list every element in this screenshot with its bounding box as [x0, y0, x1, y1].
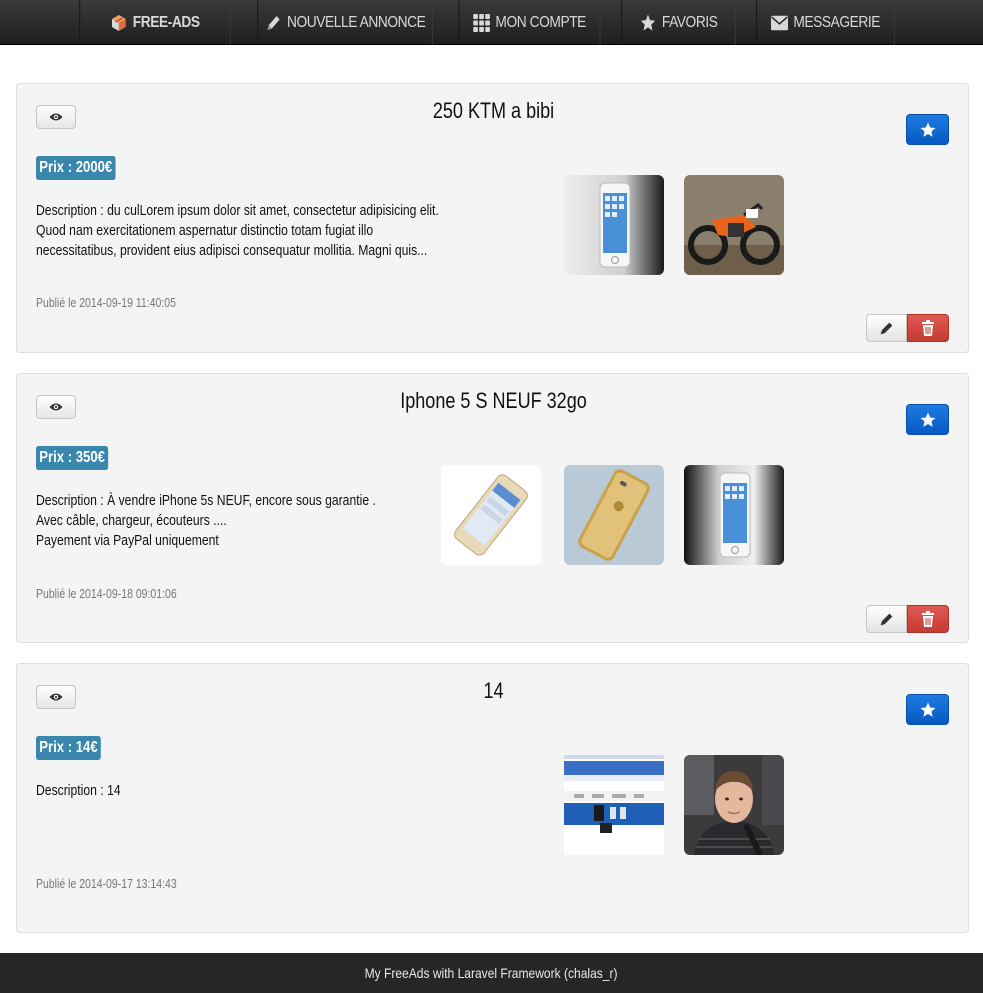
- page-footer: My FreeAds with Laravel Framework (chala…: [0, 953, 983, 993]
- star-icon: [920, 412, 935, 427]
- star-icon: [640, 13, 657, 33]
- iphone-back-photo[interactable]: [564, 465, 664, 565]
- delete-button[interactable]: [907, 314, 949, 342]
- favorite-button[interactable]: [906, 404, 949, 435]
- envelope-icon: [770, 13, 789, 33]
- nav-mon-compte[interactable]: MON COMPTE: [458, 0, 601, 45]
- iphone-gold-photo[interactable]: [441, 465, 541, 565]
- website-screenshot-photo[interactable]: [564, 755, 664, 855]
- description-line: Description : À vendre iPhone 5s NEUF, e…: [36, 493, 376, 509]
- ad-date: Publié le 2014-09-17 13:14:43: [36, 877, 177, 891]
- cube-icon: [110, 13, 127, 33]
- price-badge: Prix : 350€: [36, 446, 109, 470]
- star-icon: [920, 702, 935, 717]
- edit-button[interactable]: [866, 314, 907, 342]
- nav-nouvelle-annonce[interactable]: NOUVELLE ANNONCE: [257, 0, 433, 45]
- edit-button[interactable]: [866, 605, 907, 633]
- ad-card: 14 Prix : 14€ Description : 14 Publié le…: [16, 663, 969, 933]
- ad-title: 14: [483, 678, 504, 703]
- view-ad-button[interactable]: [36, 105, 76, 129]
- view-ad-button[interactable]: [36, 395, 76, 419]
- ad-date: Publié le 2014-09-19 11:40:05: [36, 296, 176, 310]
- portrait-photo[interactable]: [684, 755, 784, 855]
- pencil-icon: [880, 322, 893, 334]
- description-line: Avec câble, chargeur, écouteurs ....: [36, 513, 227, 529]
- nav-messagerie[interactable]: MESSAGERIE: [756, 0, 895, 45]
- nav-label: MESSAGERIE: [793, 13, 881, 31]
- nav-brand-free-ads[interactable]: FREE-ADS: [79, 0, 231, 45]
- delete-button[interactable]: [907, 605, 949, 633]
- iphone-photo[interactable]: [564, 175, 664, 275]
- ad-description: Description : À vendre iPhone 5s NEUF, e…: [36, 491, 448, 551]
- ad-card: 250 KTM a bibi Prix : 2000€ Description …: [16, 83, 969, 353]
- top-navbar: FREE-ADS NOUVELLE ANNONCE MON COMPTE FAV…: [0, 0, 983, 45]
- ad-date: Publié le 2014-09-18 09:01:06: [36, 587, 177, 601]
- ad-card: Iphone 5 S NEUF 32go Prix : 350€ Descrip…: [16, 373, 969, 643]
- nav-favoris[interactable]: FAVORIS: [621, 0, 736, 45]
- favorite-button[interactable]: [906, 114, 949, 145]
- price-badge: Prix : 14€: [36, 736, 101, 760]
- nav-label: FAVORIS: [661, 13, 718, 31]
- nav-label: FREE-ADS: [132, 13, 200, 31]
- footer-text: My FreeAds with Laravel Framework (chala…: [365, 965, 618, 981]
- nav-label: MON COMPTE: [495, 13, 586, 31]
- eye-icon: [49, 403, 63, 411]
- nav-label: NOUVELLE ANNONCE: [286, 13, 426, 31]
- iphone-photo[interactable]: [684, 465, 784, 565]
- eye-icon: [49, 113, 63, 121]
- price-badge: Prix : 2000€: [36, 156, 116, 180]
- favorite-button[interactable]: [906, 694, 949, 725]
- star-icon: [920, 122, 935, 137]
- eye-icon: [49, 693, 63, 701]
- grid-icon: [473, 13, 490, 33]
- trash-icon: [922, 611, 934, 627]
- description-line: Payement via PayPal uniquement: [36, 533, 219, 549]
- motocross-photo[interactable]: [684, 175, 784, 275]
- ad-title: 250 KTM a bibi: [432, 98, 555, 123]
- pencil-icon: [265, 13, 282, 33]
- ad-description: Description : du culLorem ipsum dolor si…: [36, 203, 439, 259]
- ad-description: Description : 14: [36, 783, 121, 799]
- trash-icon: [922, 320, 934, 336]
- view-ad-button[interactable]: [36, 685, 76, 709]
- ad-title: Iphone 5 S NEUF 32go: [400, 388, 587, 413]
- pencil-icon: [880, 613, 893, 625]
